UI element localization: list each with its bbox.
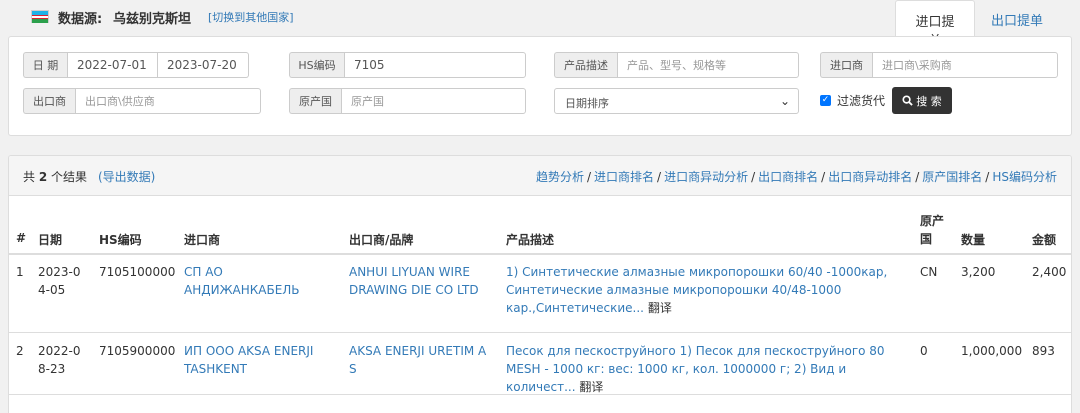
trend-analysis-link[interactable]: 趋势分析 xyxy=(536,170,584,184)
row-2-date: 2022-08-23 xyxy=(38,344,81,376)
exporter-field: 出口商 出口商\供应商 xyxy=(23,88,261,114)
exporter-change-ranking-link[interactable]: 出口商异动排名 xyxy=(828,170,912,184)
row-1-description-text[interactable]: 1) Синтетические алмазные микропорошки 6… xyxy=(506,265,887,315)
row-2-description: Песок для пескоструйного 1) Песок для пе… xyxy=(506,342,906,396)
importer-field: 进口商 进口商\采购商 xyxy=(820,52,1058,78)
row-1-translate-link[interactable]: 翻译 xyxy=(648,301,672,315)
sort-select-value: 日期排序 xyxy=(565,97,609,110)
tab-export-bills[interactable]: 出口提单 xyxy=(977,0,1057,37)
hs-code-input[interactable]: 7105 xyxy=(344,52,526,78)
sort-select[interactable]: 日期排序 ⌄ xyxy=(554,88,799,114)
importer-label: 进口商 xyxy=(820,52,872,78)
row-1-importer-link[interactable]: СП АО АНДИЖАНКАБЕЛЬ xyxy=(184,263,324,299)
origin-country-input[interactable]: 原产国 xyxy=(341,88,526,114)
data-source-label: 数据源: xyxy=(58,12,103,27)
filter-panel: 日 期 2022-07-01 2023-07-20 HS编码 7105 产品描述… xyxy=(8,36,1072,136)
switch-country-link[interactable]: [切换到其他国家] xyxy=(208,9,294,25)
column-header-description: 产品描述 xyxy=(506,233,555,247)
row-2-quantity: 1,000,000 xyxy=(961,344,1023,358)
row-2-importer-link[interactable]: ИП ООО AKSA ENERJI TASHKENT xyxy=(184,342,329,378)
column-header-amount: 金额 xyxy=(1032,233,1057,247)
origin-country-label: 原产国 xyxy=(289,88,341,114)
uzbekistan-flag-icon xyxy=(31,10,49,23)
result-count: 共 2 个结果 xyxy=(23,170,88,184)
hs-code-field: HS编码 7105 xyxy=(289,52,526,78)
results-header: 共 2 个结果 (导出数据) 趋势分析 / 进口商排名 / 进口商异动分析 / 出口商排名 /… xyxy=(9,156,1071,196)
product-description-input[interactable]: 产品、型号、规格等 xyxy=(617,52,799,78)
column-header-importer: 进口商 xyxy=(184,233,221,247)
row-2-origin: 0 xyxy=(920,344,928,358)
row-1-origin: CN xyxy=(920,265,938,279)
date-to-input[interactable]: 2023-07-20 xyxy=(158,52,249,78)
column-header-quantity: 数量 xyxy=(961,233,986,247)
date-from-input[interactable]: 2022-07-01 xyxy=(67,52,158,78)
importer-change-analysis-link[interactable]: 进口商异动分析 xyxy=(664,170,748,184)
column-header-exporter: 出口商/品牌 xyxy=(349,233,414,247)
filter-forwarder-checkbox[interactable]: ✓ xyxy=(820,95,831,106)
row-1-quantity: 3,200 xyxy=(961,265,996,279)
origin-ranking-link[interactable]: 原产国排名 xyxy=(922,170,982,184)
exporter-ranking-link[interactable]: 出口商排名 xyxy=(758,170,818,184)
product-description-field: 产品描述 产品、型号、规格等 xyxy=(554,52,799,78)
top-bar: 数据源: 乌兹别克斯坦 [切换到其他国家] 进口提单 出口提单 xyxy=(0,0,1080,49)
origin-country-field: 原产国 原产国 xyxy=(289,88,526,114)
column-header-date: 日期 xyxy=(38,233,63,247)
row-2-translate-link[interactable]: 翻译 xyxy=(579,380,603,394)
results-panel: 共 2 个结果 (导出数据) 趋势分析 / 进口商排名 / 进口商异动分析 / 出口商排名 /… xyxy=(8,155,1072,413)
data-source-country: 乌兹别克斯坦 xyxy=(113,12,192,27)
row-2-amount: 893 xyxy=(1032,344,1055,358)
filter-forwarder-label: 过滤货代 xyxy=(837,94,886,108)
row-2-description-text[interactable]: Песок для пескоструйного 1) Песок для пе… xyxy=(506,344,885,394)
column-header-origin: 原产国 xyxy=(920,214,945,246)
importer-input[interactable]: 进口商\采购商 xyxy=(872,52,1058,78)
tab-import-bills[interactable]: 进口提单 xyxy=(895,0,975,49)
row-divider xyxy=(9,332,1071,333)
row-2-index: 2 xyxy=(16,344,24,358)
exporter-label: 出口商 xyxy=(23,88,75,114)
search-button-label: 搜 索 xyxy=(916,94,942,108)
analysis-links: 趋势分析 / 进口商排名 / 进口商异动分析 / 出口商排名 / 出口商异动排名 / 原产国排名 / H… xyxy=(535,170,1057,184)
product-description-label: 产品描述 xyxy=(554,52,617,78)
importer-ranking-link[interactable]: 进口商排名 xyxy=(594,170,654,184)
row-1-index: 1 xyxy=(16,265,24,279)
search-icon xyxy=(902,95,913,106)
exporter-input[interactable]: 出口商\供应商 xyxy=(75,88,261,114)
hs-code-analysis-link[interactable]: HS编码分析 xyxy=(992,170,1057,184)
row-1-amount: 2,400 xyxy=(1032,265,1067,279)
export-data-link[interactable]: (导出数据) xyxy=(98,168,155,185)
row-1-date: 2023-04-05 xyxy=(38,265,81,297)
search-button[interactable]: 搜 索 xyxy=(892,87,952,114)
date-range-field: 日 期 2022-07-01 2023-07-20 xyxy=(23,52,249,78)
row-2-hs-code: 7105900000 xyxy=(99,344,176,358)
column-header-hs-code: HS编码 xyxy=(99,233,142,247)
row-divider xyxy=(9,394,1071,395)
chevron-down-icon: ⌄ xyxy=(779,94,790,108)
table-header-divider xyxy=(9,253,1071,255)
row-1-hs-code: 7105100000 xyxy=(99,265,176,279)
date-label: 日 期 xyxy=(23,52,67,78)
row-2-exporter-link[interactable]: AKSA ENERJI URETIM A S xyxy=(349,342,489,378)
column-header-index: # xyxy=(16,231,27,245)
row-1-description: 1) Синтетические алмазные микропорошки 6… xyxy=(506,263,906,317)
hs-code-label: HS编码 xyxy=(289,52,344,78)
row-1-exporter-link[interactable]: ANHUI LIYUAN WIRE DRAWING DIE CO LTD xyxy=(349,263,497,299)
